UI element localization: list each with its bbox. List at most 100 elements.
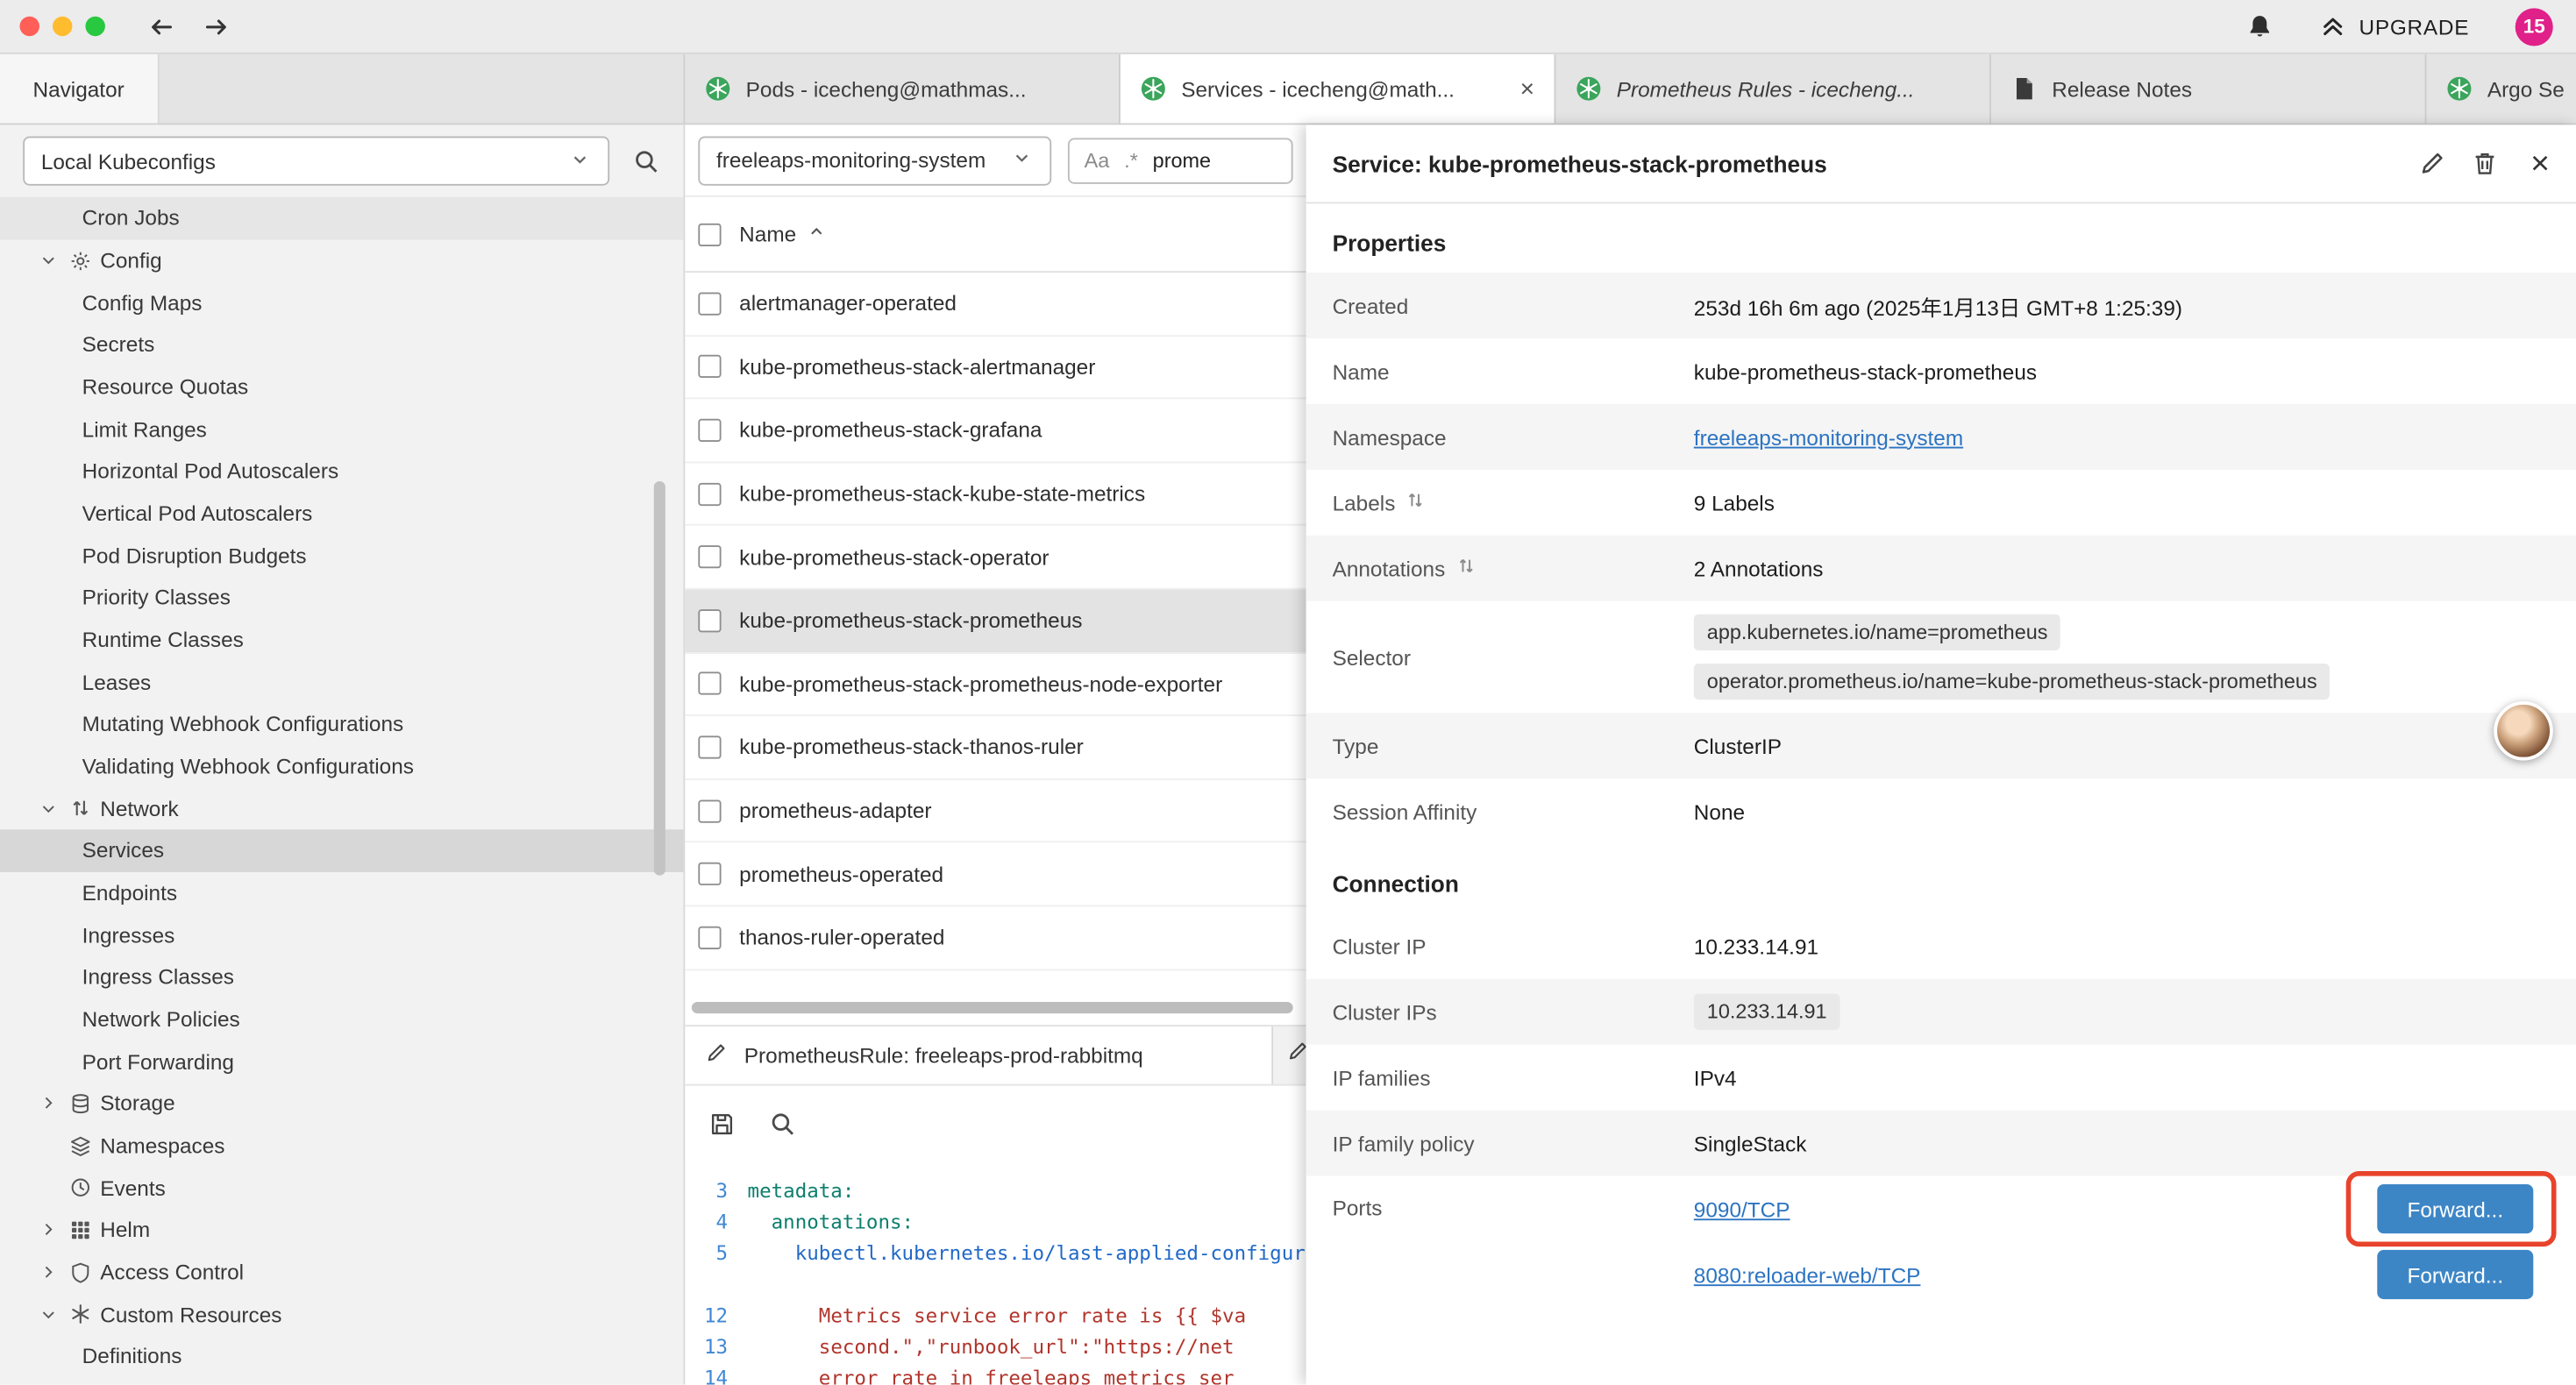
table-row-kube-prometheus-stack-kube-state-metrics[interactable]: kube-prometheus-stack-kube-state-metrics <box>685 463 1306 526</box>
sidebar-item-network-policies[interactable]: Network Policies <box>0 998 683 1041</box>
table-row-alertmanager-operated[interactable]: alertmanager-operated <box>685 273 1306 336</box>
sidebar-item-network[interactable]: Network <box>0 787 683 829</box>
sidebar-item-label: Network <box>100 796 178 820</box>
sidebar-item-helm[interactable]: Helm <box>0 1209 683 1251</box>
forward-button[interactable]: Forward... <box>2377 1184 2533 1233</box>
row-checkbox[interactable] <box>698 863 721 885</box>
detail-value-text: None <box>1694 799 2550 824</box>
navigator-tab[interactable]: Navigator <box>0 54 159 124</box>
save-icon[interactable] <box>708 1110 737 1138</box>
sidebar-item-ingress-classes[interactable]: Ingress Classes <box>0 956 683 998</box>
horizontal-scrollbar-thumb[interactable] <box>692 1002 1293 1013</box>
row-checkbox[interactable] <box>698 355 721 378</box>
forward-button[interactable] <box>202 12 230 40</box>
select-all-checkbox[interactable] <box>698 223 721 245</box>
namespace-link[interactable]: freeleaps-monitoring-system <box>1694 424 2550 449</box>
sidebar-item-validating-webhook-configurations[interactable]: Validating Webhook Configurations <box>0 745 683 787</box>
editor-tab-next[interactable] <box>1273 1026 1306 1084</box>
sidebar-item-runtime-classes[interactable]: Runtime Classes <box>0 619 683 661</box>
detail-row-ip-families: IP familiesIPv4 <box>1306 1045 2576 1111</box>
table-row-thanos-ruler-operated[interactable]: thanos-ruler-operated <box>685 906 1306 970</box>
detail-row-labels: Labels9 Labels <box>1306 470 2576 536</box>
tab-close-icon[interactable]: × <box>1520 76 1534 101</box>
sidebar-item-definitions[interactable]: Definitions <box>0 1336 683 1378</box>
close-window-button[interactable] <box>19 17 39 36</box>
row-checkbox[interactable] <box>698 609 721 632</box>
sidebar-item-port-forwarding[interactable]: Port Forwarding <box>0 1041 683 1083</box>
sidebar-item-priority-classes[interactable]: Priority Classes <box>0 577 683 619</box>
sidebar-item-mutating-webhook-configurations[interactable]: Mutating Webhook Configurations <box>0 703 683 745</box>
row-checkbox[interactable] <box>698 672 721 695</box>
table-row-kube-prometheus-stack-alertmanager[interactable]: kube-prometheus-stack-alertmanager <box>685 336 1306 399</box>
table-row-prometheus-operated[interactable]: prometheus-operated <box>685 843 1306 906</box>
tab-pods-icecheng-mathmas[interactable]: Pods - icecheng@mathmas... <box>685 54 1121 124</box>
user-avatar[interactable] <box>2494 701 2552 760</box>
detail-label-text: Created <box>1333 293 1409 317</box>
back-button[interactable] <box>148 12 176 40</box>
sidebar-item-services[interactable]: Services <box>0 829 683 871</box>
resource-tree: Cron JobsConfigConfig MapsSecretsResourc… <box>0 197 683 1385</box>
sidebar-item-events[interactable]: Events <box>0 1167 683 1209</box>
tab-release-notes[interactable]: Release Notes <box>1991 54 2427 124</box>
sidebar-search-icon[interactable] <box>632 147 660 175</box>
sidebar-item-resource-quotas[interactable]: Resource Quotas <box>0 366 683 408</box>
table-row-kube-prometheus-stack-operator[interactable]: kube-prometheus-stack-operator <box>685 526 1306 589</box>
sidebar-item-custom-resources[interactable]: Custom Resources <box>0 1293 683 1335</box>
table-row-kube-prometheus-stack-prometheus[interactable]: kube-prometheus-stack-prometheus <box>685 590 1306 653</box>
detail-value: kube-prometheus-stack-prometheus <box>1694 345 2576 396</box>
match-case-toggle[interactable]: Aa <box>1085 149 1110 172</box>
yaml-editor[interactable]: 3metadata:4 annotations:5 kubectl.kubern… <box>685 1176 1306 1385</box>
tab-services-icecheng-math[interactable]: Services - icecheng@math...× <box>1121 54 1556 124</box>
namespace-dropdown[interactable]: freeleaps-monitoring-system <box>698 136 1051 185</box>
maximize-window-button[interactable] <box>85 17 104 36</box>
sidebar-item-leases[interactable]: Leases <box>0 661 683 703</box>
row-checkbox[interactable] <box>698 799 721 822</box>
notifications-bell-icon[interactable] <box>2245 12 2274 40</box>
tab-prometheus-rules-icecheng[interactable]: Prometheus Rules - icecheng... <box>1555 54 1991 124</box>
table-row-kube-prometheus-stack-thanos-ruler[interactable]: kube-prometheus-stack-thanos-ruler <box>685 716 1306 779</box>
delete-trash-icon[interactable] <box>2472 150 2500 178</box>
minimize-window-button[interactable] <box>53 17 72 36</box>
tab-argo-se[interactable]: Argo Se <box>2426 54 2576 124</box>
code-line: 14 error rate in freeleaps metrics ser <box>685 1363 1306 1384</box>
row-checkbox[interactable] <box>698 482 721 505</box>
upgrade-button[interactable]: UPGRADE <box>2320 13 2470 39</box>
detail-value: 2 Annotations <box>1694 543 2576 593</box>
port-link[interactable]: 9090/TCP <box>1694 1197 1790 1221</box>
sidebar-item-config[interactable]: Config <box>0 239 683 281</box>
editor-search-icon[interactable] <box>769 1110 797 1138</box>
sidebar-item-endpoints[interactable]: Endpoints <box>0 871 683 913</box>
notification-count-badge[interactable]: 15 <box>2516 7 2553 45</box>
sidebar-item-horizontal-pod-autoscalers[interactable]: Horizontal Pod Autoscalers <box>0 450 683 492</box>
table-row-prometheus-adapter[interactable]: prometheus-adapter <box>685 780 1306 843</box>
kubeconfig-dropdown[interactable]: Local Kubeconfigs <box>23 137 609 186</box>
row-checkbox[interactable] <box>698 735 721 758</box>
sidebar-item-ingresses[interactable]: Ingresses <box>0 914 683 956</box>
regex-toggle[interactable]: .* <box>1124 149 1138 172</box>
table-row-kube-prometheus-stack-grafana[interactable]: kube-prometheus-stack-grafana <box>685 400 1306 463</box>
port-link[interactable]: 8080:reloader-web/TCP <box>1694 1262 1921 1287</box>
close-icon[interactable]: × <box>2530 147 2550 180</box>
sidebar-item-storage[interactable]: Storage <box>0 1083 683 1125</box>
editor-tab-prometheusrule[interactable]: PrometheusRule: freeleaps-prod-rabbitmq <box>685 1026 1273 1084</box>
row-checkbox[interactable] <box>698 926 721 948</box>
sidebar-item-secrets[interactable]: Secrets <box>0 323 683 366</box>
sidebar-item-pod-disruption-budgets[interactable]: Pod Disruption Budgets <box>0 535 683 577</box>
sidebar-item-access-control[interactable]: Access Control <box>0 1251 683 1293</box>
row-checkbox[interactable] <box>698 292 721 315</box>
name-column-header[interactable]: Name <box>739 222 826 246</box>
forward-button[interactable]: Forward... <box>2377 1250 2533 1299</box>
table-row-kube-prometheus-stack-prometheus-node-exporter[interactable]: kube-prometheus-stack-prometheus-node-ex… <box>685 653 1306 716</box>
sidebar-item-vertical-pod-autoscalers[interactable]: Vertical Pod Autoscalers <box>0 493 683 535</box>
row-checkbox[interactable] <box>698 419 721 442</box>
line-number <box>685 1269 747 1301</box>
sidebar-item-config-maps[interactable]: Config Maps <box>0 281 683 323</box>
sidebar-item-namespaces[interactable]: Namespaces <box>0 1125 683 1167</box>
sidebar-item-limit-ranges[interactable]: Limit Ranges <box>0 408 683 450</box>
detail-row-created: Created253d 16h 6m ago (2025年1月13日 GMT+8… <box>1306 273 2576 338</box>
search-input[interactable]: Aa .* prome <box>1068 137 1293 182</box>
sidebar-item-cron-jobs[interactable]: Cron Jobs <box>0 197 683 239</box>
edit-pencil-icon[interactable] <box>2419 150 2447 178</box>
row-checkbox[interactable] <box>698 545 721 568</box>
vertical-scrollbar-thumb[interactable] <box>654 481 665 876</box>
